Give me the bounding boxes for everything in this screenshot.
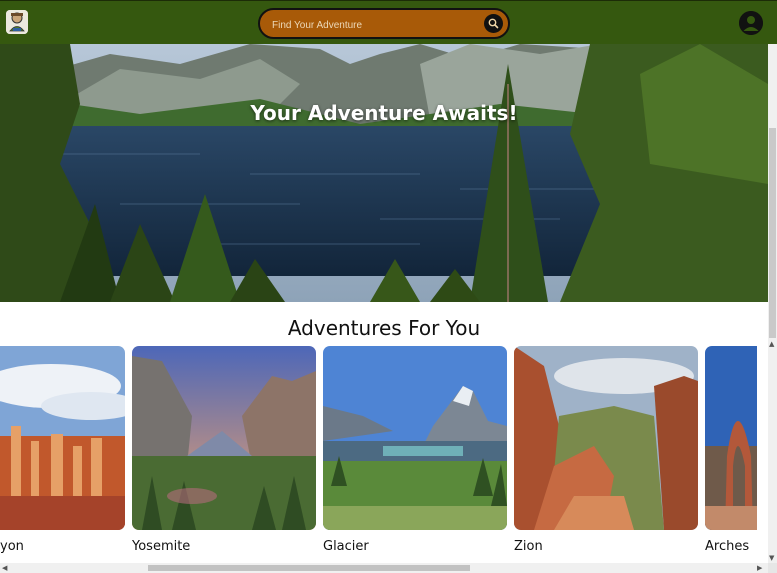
search-icon[interactable] [484,14,503,33]
top-navigation-bar [0,0,777,44]
horizontal-scrollbar-thumb[interactable] [148,565,470,571]
search-input[interactable] [272,17,472,33]
search-bar [258,8,510,39]
adventure-card-arches[interactable]: Arches [705,346,757,560]
scroll-left-icon[interactable]: ◀ [2,564,7,572]
zion-photo [514,346,698,530]
vertical-scrollbar[interactable]: ▲ ▼ [768,44,777,564]
scrollbar-corner [768,563,777,573]
card-label: Yosemite [132,539,191,554]
card-label: Glacier [323,539,369,554]
yosemite-photo [132,346,316,530]
hero-title: Your Adventure Awaits! [250,101,518,125]
hiker-logo-icon[interactable] [6,10,28,34]
hero-banner: Your Adventure Awaits! [0,44,768,302]
scroll-up-icon[interactable]: ▲ [769,340,774,348]
vertical-scrollbar-thumb[interactable] [769,128,776,338]
card-label: Arches [705,539,750,554]
adventure-card-glacier[interactable]: Glacier [323,346,507,560]
adventures-carousel[interactable]: yon Yosemite Glacier Zion Arches [0,346,757,564]
card-label: Zion [514,539,543,554]
hero-image [0,44,768,302]
scroll-right-icon[interactable]: ▶ [757,564,762,572]
adventure-card-zion[interactable]: Zion [514,346,698,560]
arches-photo [705,346,757,530]
glacier-photo [323,346,507,530]
bryce-canyon-photo [0,346,125,530]
user-account-icon[interactable] [739,11,763,35]
adventure-card-bryce-canyon[interactable]: yon [0,346,125,560]
scroll-down-icon[interactable]: ▼ [769,554,774,562]
adventure-card-yosemite[interactable]: Yosemite [132,346,316,560]
horizontal-scrollbar[interactable]: ◀ ▶ [0,563,768,573]
card-label: yon [0,539,24,554]
section-title: Adventures For You [287,316,481,340]
